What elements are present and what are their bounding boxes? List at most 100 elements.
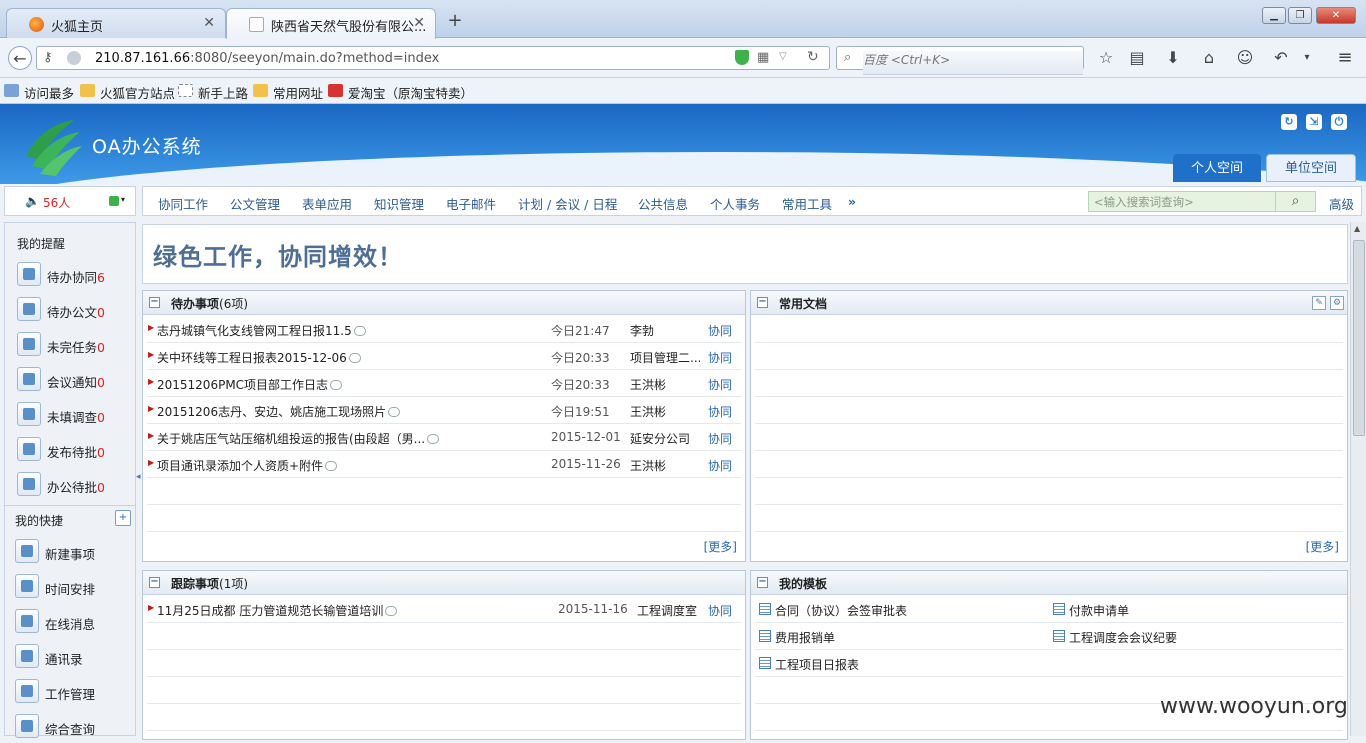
sidebar-item-office-approval[interactable]: 办公待批0 bbox=[17, 471, 105, 501]
tracking-row[interactable]: ▶ 11月25日成都 压力管道规范长输管道培训 2015-11-16 工程调度室 协同 bbox=[147, 596, 741, 623]
more-link[interactable]: [更多] bbox=[704, 538, 737, 555]
pending-row-title[interactable]: 项目通讯录添加个人资质+附件 bbox=[157, 457, 338, 474]
refresh-icon[interactable]: ↻ bbox=[1281, 114, 1297, 130]
undo-icon[interactable]: ↶ bbox=[1269, 46, 1293, 70]
chevron-down-icon[interactable]: ▾ bbox=[1295, 46, 1319, 70]
download-icon[interactable]: ⬇ bbox=[1161, 46, 1185, 70]
chat-icon[interactable]: ☺ bbox=[1233, 46, 1257, 70]
pending-row-title[interactable]: 20151206志丹、安边、姚店施工现场照片 bbox=[157, 403, 401, 420]
pending-row[interactable]: ▶ 20151206PMC项目部工作日志 今日20:33 王洪彬 协同 bbox=[147, 370, 741, 397]
template-item[interactable]: 工程项目日报表 bbox=[759, 656, 859, 673]
site-info-icon[interactable] bbox=[67, 51, 81, 65]
pending-row-title[interactable]: 志丹城镇气化支线管网工程日报11.5 bbox=[157, 322, 366, 339]
browser-tab-oa[interactable]: 陕西省天然气股份有限公... ✕ bbox=[226, 8, 436, 39]
global-search-input[interactable]: <输入搜索词查询> bbox=[1088, 191, 1276, 212]
status-icon[interactable] bbox=[109, 196, 119, 206]
bookmark-aitaobao[interactable]: 爱淘宝（原淘宝特卖） bbox=[328, 83, 473, 102]
sidebar-item-surveys[interactable]: 未填调查0 bbox=[17, 401, 105, 431]
page-scrollbar[interactable]: ▲ bbox=[1350, 222, 1366, 736]
collapse-panel-icon[interactable]: − bbox=[149, 297, 160, 308]
shortcut-new-item[interactable]: 新建事项 bbox=[15, 538, 95, 568]
bookmark-common-sites[interactable]: 常用网址 bbox=[253, 83, 323, 102]
browser-search-box[interactable]: ⌕ 百度 <Ctrl+K> bbox=[836, 46, 1084, 75]
shield-icon[interactable] bbox=[735, 50, 749, 65]
sidebar-item-publish-approval[interactable]: 发布待批0 bbox=[17, 436, 105, 466]
menu-item-collaboration[interactable]: 协同工作 bbox=[158, 194, 208, 213]
row-type-link[interactable]: 协同 bbox=[708, 349, 732, 366]
pending-row[interactable]: ▶ 项目通讯录添加个人资质+附件 2015-11-26 王洪彬 协同 bbox=[147, 451, 741, 478]
shortcut-work-management[interactable]: 工作管理 bbox=[15, 678, 95, 708]
collapse-panel-icon[interactable]: − bbox=[757, 297, 768, 308]
template-item[interactable]: 合同（协议）会签审批表 bbox=[759, 602, 907, 619]
qrcode-icon[interactable]: ▦ bbox=[757, 50, 769, 65]
template-item[interactable]: 付款申请单 bbox=[1053, 602, 1129, 619]
shortcut-address-book[interactable]: 通讯录 bbox=[15, 643, 83, 673]
logout-icon[interactable]: ⏻ bbox=[1331, 114, 1347, 130]
row-type-link[interactable]: 协同 bbox=[708, 403, 732, 420]
shortcut-query[interactable]: 综合查询 bbox=[15, 713, 95, 743]
address-bar[interactable]: ⚷ 210.87.161.66:8080/seeyon/main.do?meth… bbox=[36, 46, 830, 70]
bookmark-most-visited[interactable]: 访问最多 bbox=[4, 83, 74, 102]
reload-icon[interactable]: ↻ bbox=[807, 49, 819, 65]
scrollbar-thumb[interactable] bbox=[1353, 240, 1365, 436]
sidebar-item-pending-docs[interactable]: 待办公文0 bbox=[17, 296, 105, 326]
search-button[interactable]: ⌕ bbox=[1276, 191, 1316, 212]
close-window-button[interactable]: ✕ bbox=[1316, 7, 1356, 24]
row-type-link[interactable]: 协同 bbox=[708, 430, 732, 447]
collapse-panel-icon[interactable]: − bbox=[149, 577, 160, 588]
shortcut-online-message[interactable]: 在线消息 bbox=[15, 608, 95, 638]
pending-row[interactable]: ▶ 关中环线等工程日报表2015-12-06 今日20:33 项目管理二... 协同 bbox=[147, 343, 741, 370]
browser-tab-home[interactable]: 火狐主页 ✕ bbox=[6, 8, 226, 38]
minimize-button[interactable]: ▁ bbox=[1262, 7, 1286, 24]
online-users-panel[interactable]: 🔈 56人 ▾ bbox=[4, 186, 136, 216]
chevron-down-icon[interactable]: ▾ bbox=[121, 195, 125, 204]
add-shortcut-icon[interactable]: + bbox=[115, 510, 131, 526]
shortcut-schedule[interactable]: 时间安排 bbox=[15, 573, 95, 603]
settings-icon[interactable]: ⚙ bbox=[1330, 296, 1344, 310]
menu-item-public-info[interactable]: 公共信息 bbox=[638, 194, 688, 213]
switch-icon[interactable]: ⇲ bbox=[1306, 114, 1322, 130]
menu-more-icon[interactable]: » bbox=[848, 194, 856, 209]
advanced-search-link[interactable]: 高级 bbox=[1329, 194, 1354, 213]
new-tab-button[interactable]: + bbox=[444, 10, 466, 32]
template-item[interactable]: 费用报销单 bbox=[759, 629, 835, 646]
close-tab-icon[interactable]: ✕ bbox=[203, 15, 215, 31]
close-tab-icon[interactable]: ✕ bbox=[413, 15, 425, 31]
menu-item-email[interactable]: 电子邮件 bbox=[446, 194, 496, 213]
maximize-button[interactable]: ❐ bbox=[1288, 7, 1312, 24]
pending-row-title[interactable]: 关中环线等工程日报表2015-12-06 bbox=[157, 349, 361, 366]
pending-row[interactable]: ▶ 关于姚店压气站压缩机组投运的报告(由段超（男... 2015-12-01 延安分公… bbox=[147, 424, 741, 451]
back-button[interactable]: ← bbox=[8, 46, 32, 70]
tab-personal-space[interactable]: 个人空间 bbox=[1173, 154, 1261, 182]
bookmark-getting-started[interactable]: 新手上路 bbox=[178, 83, 248, 102]
row-type-link[interactable]: 协同 bbox=[708, 457, 732, 474]
pending-row-title[interactable]: 关于姚店压气站压缩机组投运的报告(由段超（男... bbox=[157, 430, 440, 447]
home-icon[interactable]: ⌂ bbox=[1197, 46, 1221, 70]
menu-item-plan-meeting[interactable]: 计划 / 会议 / 日程 bbox=[518, 194, 617, 213]
dropdown-icon[interactable]: ▽ bbox=[779, 51, 787, 62]
menu-icon[interactable]: ≡ bbox=[1333, 46, 1357, 70]
collapse-panel-icon[interactable]: − bbox=[757, 577, 768, 588]
sidebar-item-unfinished-tasks[interactable]: 未完任务0 bbox=[17, 331, 105, 361]
reading-list-icon[interactable]: ▤ bbox=[1125, 46, 1149, 70]
tab-unit-space[interactable]: 单位空间 bbox=[1266, 154, 1356, 182]
menu-item-tools[interactable]: 常用工具 bbox=[782, 194, 832, 213]
template-item[interactable]: 工程调度会会议纪要 bbox=[1053, 629, 1177, 646]
menu-item-knowledge[interactable]: 知识管理 bbox=[374, 194, 424, 213]
star-icon[interactable]: ☆ bbox=[1094, 46, 1118, 70]
row-type-link[interactable]: 协同 bbox=[708, 602, 732, 619]
menu-item-documents[interactable]: 公文管理 bbox=[230, 194, 280, 213]
pending-row[interactable]: ▶ 20151206志丹、安边、姚店施工现场照片 今日19:51 王洪彬 协同 bbox=[147, 397, 741, 424]
scroll-up-icon[interactable]: ▲ bbox=[1354, 224, 1360, 233]
pending-row-title[interactable]: 20151206PMC项目部工作日志 bbox=[157, 376, 343, 393]
sidebar-item-meeting-notice[interactable]: 会议通知0 bbox=[17, 366, 105, 396]
edit-icon[interactable]: ✎ bbox=[1312, 296, 1326, 310]
bookmark-firefox-site[interactable]: 火狐官方站点 bbox=[80, 83, 175, 102]
sidebar-item-pending-collab[interactable]: 待办协同6 bbox=[17, 261, 105, 291]
more-link[interactable]: [更多] bbox=[1306, 538, 1339, 555]
pending-row[interactable]: ▶ 志丹城镇气化支线管网工程日报11.5 今日21:47 李勃 协同 bbox=[147, 316, 741, 343]
row-type-link[interactable]: 协同 bbox=[708, 322, 732, 339]
menu-item-personal[interactable]: 个人事务 bbox=[710, 194, 760, 213]
tracking-row-title[interactable]: 11月25日成都 压力管道规范长输管道培训 bbox=[157, 602, 398, 619]
menu-item-forms[interactable]: 表单应用 bbox=[302, 194, 352, 213]
